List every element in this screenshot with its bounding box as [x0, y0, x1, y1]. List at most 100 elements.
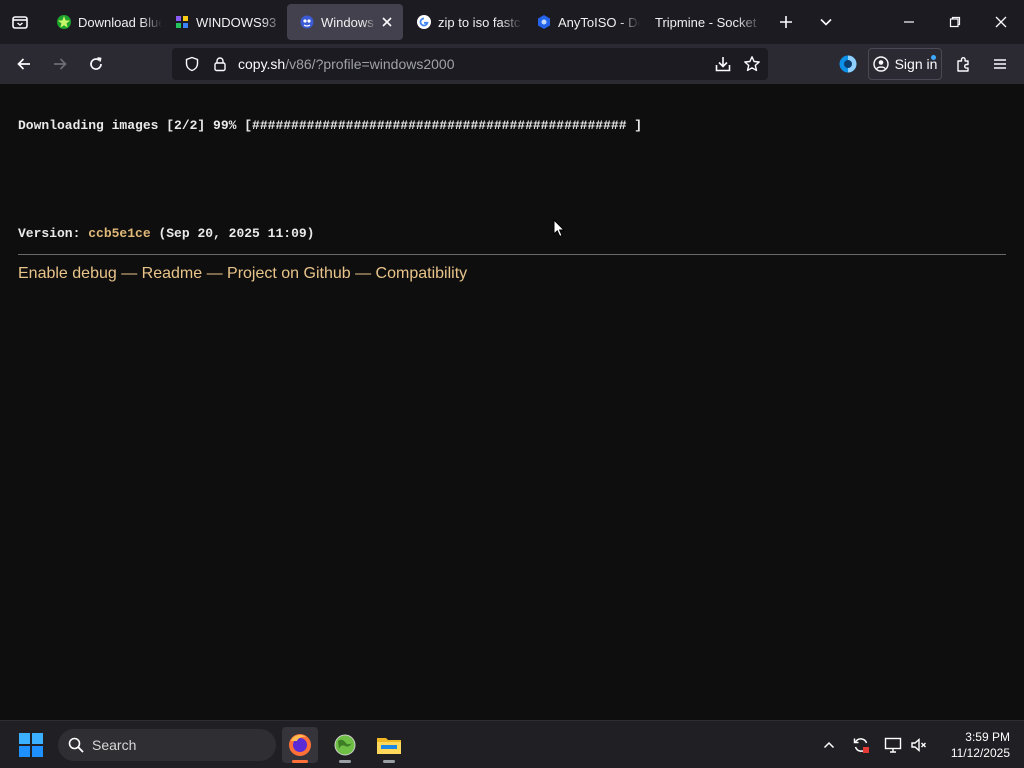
close-tab-button[interactable]	[377, 12, 397, 32]
enable-debug-link[interactable]: Enable debug	[18, 265, 117, 282]
folder-icon	[377, 738, 401, 754]
globe-app-icon	[334, 734, 356, 756]
taskbar: Search 3:59 PM 11/12/2025	[0, 720, 1024, 768]
readme-link[interactable]: Readme	[142, 265, 202, 282]
reload-icon	[90, 57, 102, 70]
forward-button[interactable]	[48, 52, 72, 76]
shield-icon[interactable]	[184, 56, 200, 77]
address-bar[interactable]: copy.sh/v86/?profile=windows2000	[172, 48, 768, 80]
navigation-toolbar: copy.sh/v86/?profile=windows2000 Sign in	[0, 44, 1024, 84]
tab-title: AnyToISO - Do	[558, 14, 640, 30]
url-host: copy.sh	[238, 56, 286, 72]
taskbar-app-firefox[interactable]	[282, 727, 318, 763]
url-path: /v86/?profile=windows2000	[285, 56, 455, 72]
tab-anytoiso[interactable]: AnyToISO - Do	[524, 4, 640, 40]
close-icon	[382, 17, 392, 27]
tab-title: zip to iso fastc	[438, 14, 521, 30]
bookmark-button[interactable]	[743, 55, 761, 78]
vpn-globe-icon	[839, 55, 857, 73]
version-label: Version:	[18, 226, 89, 241]
account-icon	[872, 56, 889, 72]
taskbar-app-file-explorer[interactable]	[371, 727, 407, 763]
tab-overflow-button[interactable]	[814, 10, 838, 34]
taskbar-app-globe[interactable]	[327, 727, 363, 763]
chevron-up-icon	[823, 741, 835, 749]
taskbar-search[interactable]: Search	[58, 729, 276, 761]
restore-icon	[949, 16, 961, 28]
puzzle-icon	[957, 57, 969, 72]
version-hash: ccb5e1ce	[88, 226, 151, 241]
network-button[interactable]	[883, 735, 903, 755]
tab-title: Download Blue	[78, 14, 162, 30]
mouse-pointer-icon	[553, 219, 565, 238]
google-icon	[416, 14, 432, 30]
sync-error-icon	[853, 738, 869, 753]
sign-in-button[interactable]: Sign in	[868, 48, 942, 80]
version-line: Version: ccb5e1ce (Sep 20, 2025 11:09)	[18, 226, 314, 241]
extensions-button[interactable]	[952, 52, 976, 76]
tab-windows-2000[interactable]: Windows 2000	[287, 4, 403, 40]
monitor-network-icon	[884, 737, 902, 753]
show-hidden-icons-button[interactable]	[819, 735, 839, 755]
chevron-down-icon	[820, 18, 832, 26]
link-separator: —	[350, 265, 376, 282]
app-menu-button[interactable]	[988, 52, 1012, 76]
close-icon	[995, 16, 1007, 28]
clock-date: 11/12/2025	[950, 746, 1010, 760]
minimize-button[interactable]	[897, 10, 921, 34]
notification-dot	[931, 55, 936, 60]
tab-title: Tripmine - Socket	[655, 14, 757, 30]
clock-time: 3:59 PM	[965, 730, 1010, 744]
running-indicator	[383, 760, 395, 763]
close-window-button[interactable]	[989, 10, 1013, 34]
restore-button[interactable]	[943, 10, 967, 34]
tab-download-blue[interactable]: Download Blue	[44, 4, 162, 40]
page-content: Downloading images [2/2] 99% [##########…	[0, 84, 1024, 720]
windows93-icon	[174, 14, 190, 30]
speaker-muted-icon	[911, 737, 926, 753]
footer-links: Enable debug — Readme — Project on Githu…	[18, 265, 467, 283]
hamburger-icon	[994, 59, 1006, 69]
tab-windows93[interactable]: WINDOWS93	[162, 4, 284, 40]
running-indicator	[339, 760, 351, 763]
back-button[interactable]	[12, 52, 36, 76]
taskbar-clock[interactable]: 3:59 PM 11/12/2025	[940, 729, 1010, 761]
anytoiso-icon	[536, 14, 552, 30]
link-separator: —	[116, 265, 142, 282]
compatibility-link[interactable]: Compatibility	[376, 265, 468, 282]
github-link[interactable]: Project on Github	[227, 265, 351, 282]
tab-strip: Download Blue WINDOWS93 Windows 2000 zip…	[0, 0, 1024, 44]
download-tray-icon	[715, 57, 731, 72]
arrow-left-icon	[17, 58, 30, 70]
url-text[interactable]: copy.sh/v86/?profile=windows2000	[238, 56, 455, 72]
minimize-icon	[904, 21, 914, 23]
vpn-button[interactable]	[836, 52, 860, 76]
arrow-right-icon	[54, 58, 67, 70]
version-date: (Sep 20, 2025 11:09)	[150, 226, 315, 241]
download-progress-text: Downloading images [2/2] 99% [##########…	[18, 118, 643, 133]
list-all-tabs-button[interactable]	[8, 10, 32, 34]
reload-button[interactable]	[84, 52, 108, 76]
tab-zip-to-iso[interactable]: zip to iso fastc	[404, 4, 522, 40]
star-icon	[744, 56, 760, 72]
volume-button[interactable]	[909, 735, 929, 755]
windows-logo-icon	[19, 733, 43, 757]
new-tab-button[interactable]	[774, 10, 798, 34]
sync-status-button[interactable]	[851, 735, 871, 755]
tab-title: Windows 2000	[321, 14, 377, 30]
tab-title: WINDOWS93	[196, 14, 277, 30]
v86-icon	[299, 14, 315, 30]
search-icon	[68, 737, 84, 753]
plus-icon	[780, 16, 792, 28]
start-button[interactable]	[18, 732, 44, 758]
running-indicator	[292, 760, 308, 763]
search-label: Search	[92, 737, 137, 753]
tab-tripmine[interactable]: Tripmine - Socket	[643, 4, 763, 40]
green-star-icon	[56, 14, 72, 30]
lock-icon[interactable]	[212, 56, 228, 77]
install-app-button[interactable]	[714, 55, 732, 78]
link-separator: —	[202, 265, 228, 282]
tab-list-icon	[12, 16, 28, 29]
firefox-icon	[289, 734, 311, 756]
divider	[18, 254, 1006, 255]
